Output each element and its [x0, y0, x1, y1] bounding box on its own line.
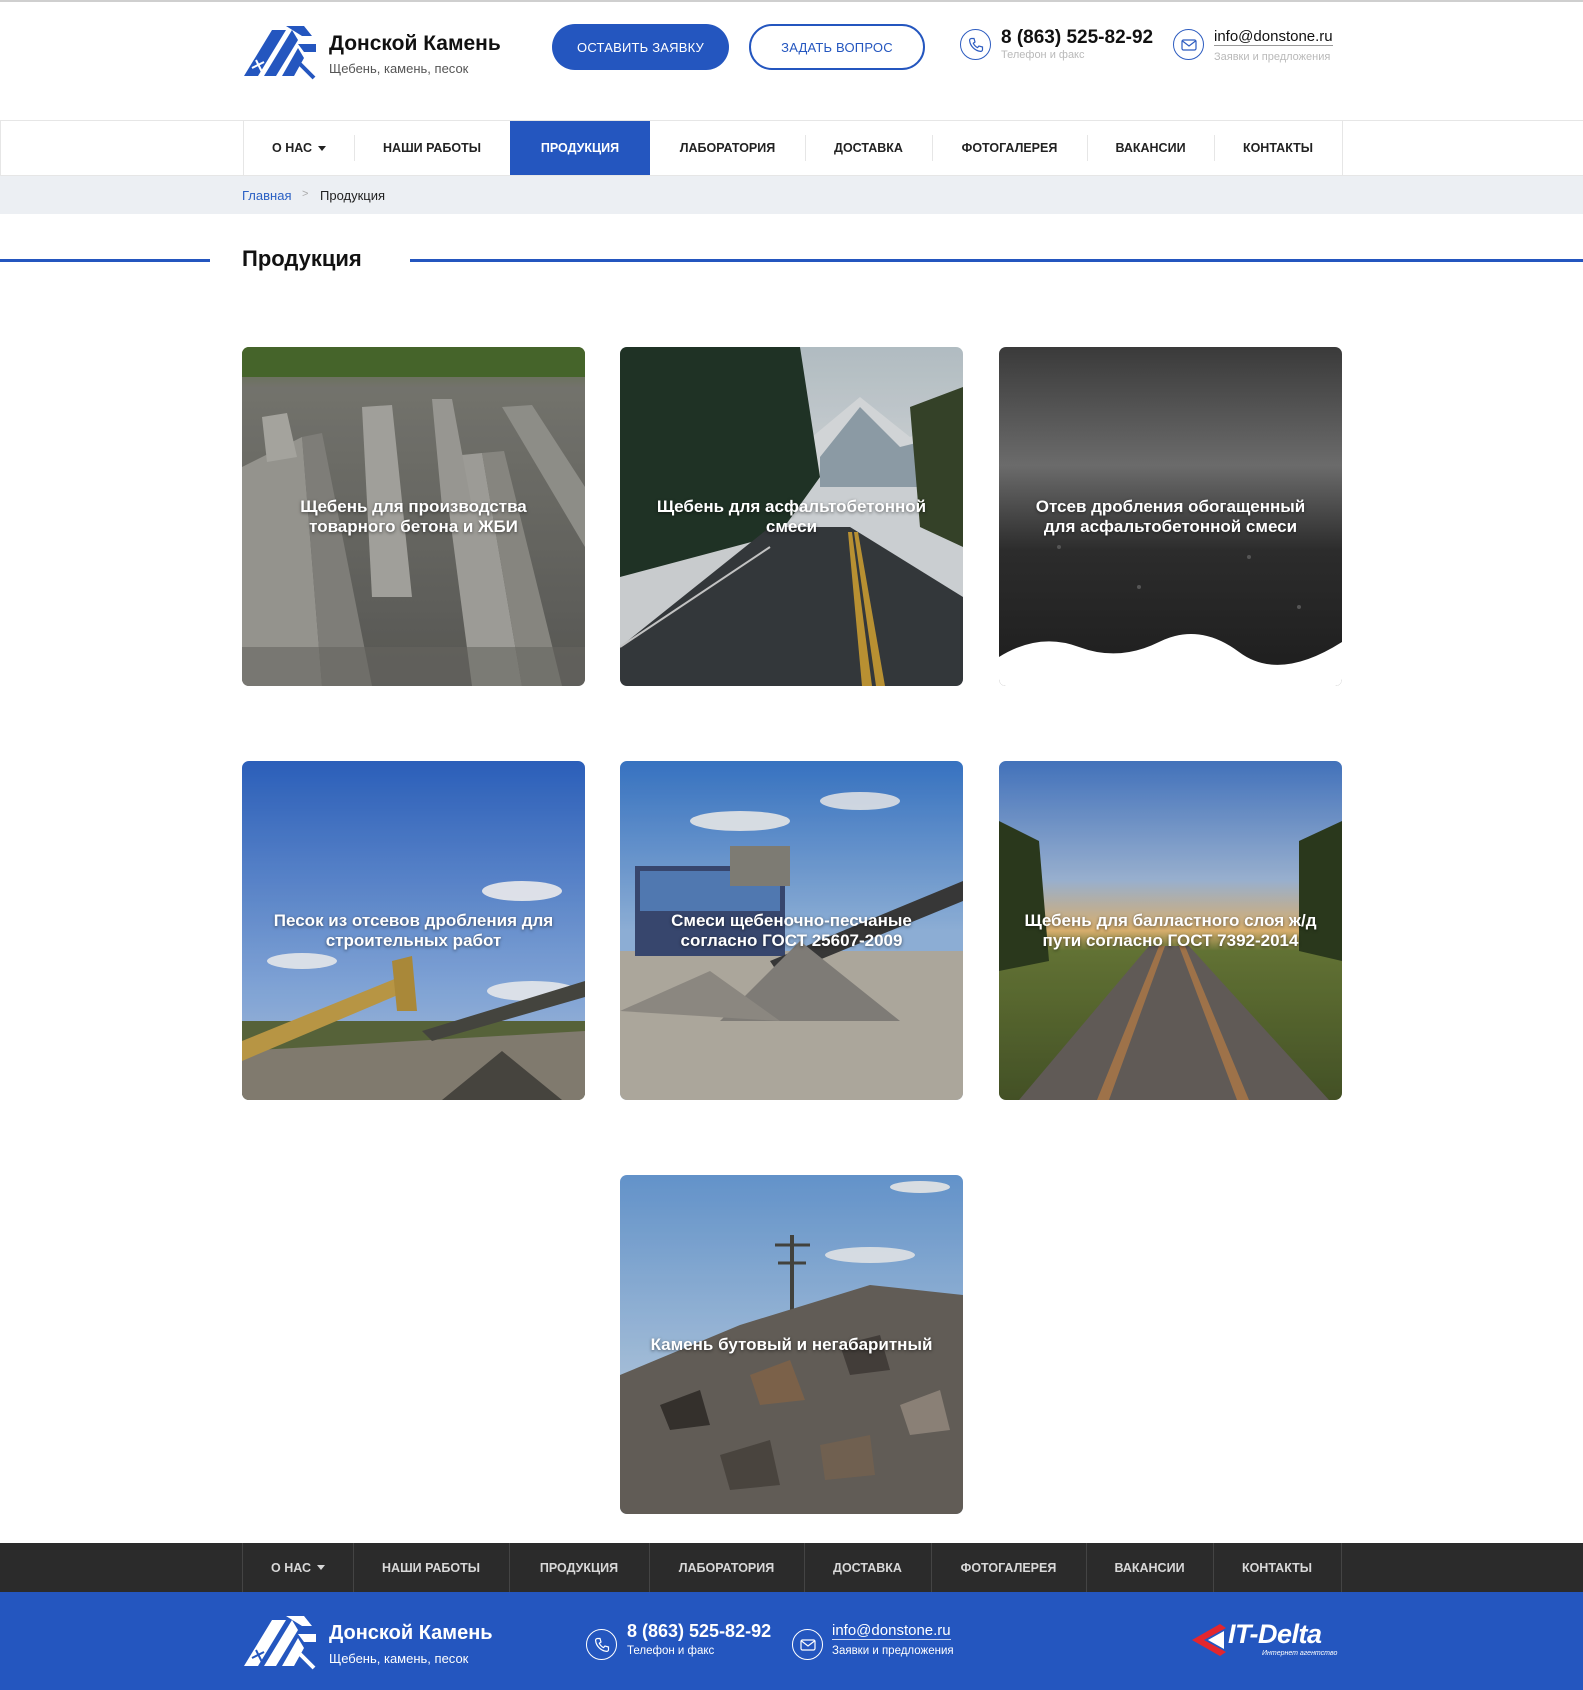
product-card-title: Смеси щебеночно-песчаные согласно ГОСТ 2…	[671, 910, 912, 950]
nav-item-label: КОНТАКТЫ	[1241, 1560, 1313, 1575]
footer-brand-name: Донской Камень	[329, 1622, 493, 1644]
brand-logo-icon[interactable]	[242, 22, 318, 80]
footer-brand-tagline: Щебень, камень, песок	[329, 1651, 469, 1666]
header-email-link[interactable]: info@donstone.ru	[1214, 28, 1333, 46]
product-card-title: Щебень для асфальтобетонной смеси	[656, 496, 927, 536]
footer-phone-number[interactable]: 8 (863) 525-82-92	[627, 1621, 771, 1642]
main-nav-list: О НАС НАШИ РАБОТЫ ПРОДУКЦИЯ ЛАБОРАТОРИЯ …	[243, 121, 1343, 175]
developer-caption: Интернет агентство	[1262, 1650, 1338, 1657]
footer-nav-list: О НАС НАШИ РАБОТЫ ПРОДУКЦИЯ ЛАБОРАТОРИЯ …	[242, 1543, 1342, 1592]
nav-item-delivery[interactable]: ДОСТАВКА	[805, 121, 932, 175]
nav-item-label: ПРОДУКЦИЯ	[540, 141, 620, 155]
footer-email-link[interactable]: info@donstone.ru	[832, 1622, 951, 1640]
footer-nav: О НАС НАШИ РАБОТЫ ПРОДУКЦИЯ ЛАБОРАТОРИЯ …	[0, 1543, 1583, 1592]
ask-question-button[interactable]: ЗАДАТЬ ВОПРОС	[749, 24, 925, 70]
product-card[interactable]: Щебень для производства товарного бетона…	[242, 347, 585, 686]
footer-nav-item-our-works[interactable]: НАШИ РАБОТЫ	[353, 1543, 509, 1592]
nav-item-gallery[interactable]: ФОТОГАЛЕРЕЯ	[932, 121, 1087, 175]
nav-item-label: ФОТОГАЛЕРЕЯ	[961, 141, 1058, 155]
footer-nav-item-vacancies[interactable]: ВАКАНСИИ	[1086, 1543, 1213, 1592]
chevron-down-icon	[316, 1565, 325, 1570]
nav-item-label: О НАС	[272, 141, 312, 155]
footer-mail-icon	[792, 1629, 823, 1660]
nav-item-label: ПРОДУКЦИЯ	[539, 1560, 619, 1575]
breadcrumb-separator-icon: >	[302, 188, 309, 200]
site-footer: Донской Камень Щебень, камень, песок 8 (…	[0, 1592, 1583, 1690]
footer-nav-item-about[interactable]: О НАС	[243, 1543, 353, 1592]
footer-brand-logo-icon[interactable]	[242, 1612, 318, 1670]
footer-nav-item-products[interactable]: ПРОДУКЦИЯ	[509, 1543, 649, 1592]
breadcrumb-current: Продукция	[320, 188, 386, 203]
title-divider-left	[0, 259, 210, 262]
nav-item-label: ДОСТАВКА	[833, 1560, 902, 1575]
nav-item-label: ЛАБОРАТОРИЯ	[678, 1560, 775, 1575]
nav-item-label: ВАКАНСИИ	[1115, 141, 1186, 155]
footer-nav-item-laboratory[interactable]: ЛАБОРАТОРИЯ	[649, 1543, 804, 1592]
chevron-down-icon	[317, 145, 326, 151]
product-card-title: Отсев дробления обогащенный для асфальто…	[1035, 496, 1306, 536]
phone-icon	[960, 29, 991, 60]
breadcrumb-home-link[interactable]: Главная	[242, 188, 291, 203]
page-title: Продукция	[242, 246, 362, 271]
site-header: Донской Камень Щебень, камень, песок ОСТ…	[0, 0, 1583, 120]
product-card[interactable]: Камень бутовый и негабаритный	[620, 1175, 963, 1514]
footer-nav-item-delivery[interactable]: ДОСТАВКА	[804, 1543, 931, 1592]
nav-item-vacancies[interactable]: ВАКАНСИИ	[1087, 121, 1214, 175]
developer-name[interactable]: IT-Delta	[1228, 1619, 1322, 1650]
product-card-title: Щебень для балластного слоя ж/д пути сог…	[1024, 910, 1317, 950]
footer-phone-caption: Телефон и факс	[627, 1645, 715, 1657]
mail-icon	[1173, 29, 1204, 60]
nav-item-label: ФОТОГАЛЕРЕЯ	[960, 1560, 1057, 1575]
footer-email-caption: Заявки и предложения	[832, 1645, 954, 1657]
footer-phone-icon	[586, 1629, 617, 1660]
nav-item-label: НАШИ РАБОТЫ	[382, 1560, 480, 1575]
header-phone-caption: Телефон и факс	[1001, 49, 1085, 61]
nav-item-products[interactable]: ПРОДУКЦИЯ	[510, 121, 650, 175]
leave-request-button[interactable]: ОСТАВИТЬ ЗАЯВКУ	[552, 24, 729, 70]
product-card[interactable]: Щебень для балластного слоя ж/д пути сог…	[999, 761, 1342, 1100]
footer-nav-item-contacts[interactable]: КОНТАКТЫ	[1213, 1543, 1341, 1592]
product-card-title: Камень бутовый и негабаритный	[650, 1334, 933, 1354]
footer-nav-item-gallery[interactable]: ФОТОГАЛЕРЕЯ	[931, 1543, 1086, 1592]
product-card-title: Щебень для производства товарного бетона…	[300, 496, 527, 536]
nav-item-about[interactable]: О НАС	[244, 121, 354, 175]
product-card[interactable]: Смеси щебеночно-песчаные согласно ГОСТ 2…	[620, 761, 963, 1100]
header-email-caption: Заявки и предложения	[1214, 51, 1331, 63]
brand-tagline: Щебень, камень, песок	[329, 61, 469, 76]
product-card-title: Песок из отсевов дробления для строитель…	[273, 910, 554, 950]
product-card[interactable]: Песок из отсевов дробления для строитель…	[242, 761, 585, 1100]
nav-item-label: ДОСТАВКА	[834, 141, 903, 155]
nav-item-label: ЛАБОРАТОРИЯ	[679, 141, 776, 155]
nav-item-contacts[interactable]: КОНТАКТЫ	[1214, 121, 1342, 175]
nav-item-label: ВАКАНСИИ	[1114, 1560, 1185, 1575]
breadcrumb: Главная > Продукция	[0, 176, 1583, 214]
product-card[interactable]: Отсев дробления обогащенный для асфальто…	[999, 347, 1342, 686]
nav-item-laboratory[interactable]: ЛАБОРАТОРИЯ	[650, 121, 805, 175]
nav-item-label: НАШИ РАБОТЫ	[383, 141, 481, 155]
nav-item-our-works[interactable]: НАШИ РАБОТЫ	[354, 121, 510, 175]
title-divider-right	[410, 259, 1583, 262]
main-nav: О НАС НАШИ РАБОТЫ ПРОДУКЦИЯ ЛАБОРАТОРИЯ …	[0, 120, 1583, 176]
nav-item-label: КОНТАКТЫ	[1242, 141, 1314, 155]
nav-item-label: О НАС	[271, 1560, 311, 1575]
header-phone-number[interactable]: 8 (863) 525-82-92	[1001, 27, 1153, 49]
product-card[interactable]: Щебень для асфальтобетонной смеси	[620, 347, 963, 686]
brand-name: Донской Камень	[329, 32, 501, 55]
